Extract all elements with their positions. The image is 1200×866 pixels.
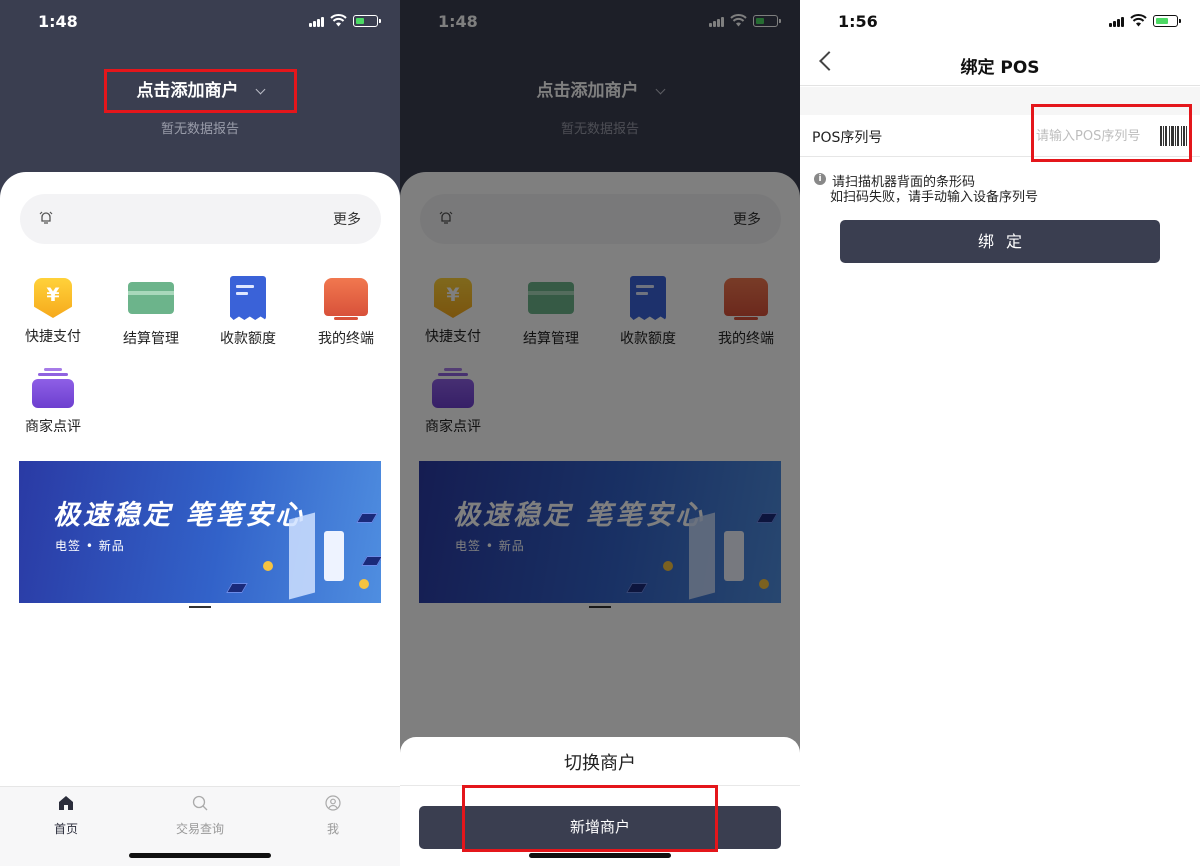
home-icon (59, 796, 73, 810)
signal-icon (309, 17, 325, 27)
bind-button[interactable]: 绑定 (840, 220, 1160, 263)
home-indicator (129, 853, 271, 858)
status-time: 1:48 (38, 12, 78, 31)
page-title: 绑定 POS (960, 58, 1040, 78)
grid-item-settlement[interactable]: 结算管理 (111, 278, 191, 348)
terminal-icon (324, 278, 368, 320)
coin-decoration (263, 561, 273, 571)
search-icon (192, 795, 208, 811)
highlight-box (104, 69, 297, 113)
status-bar: 1:56 (800, 0, 1200, 44)
bind-pos-screen: 1:56 绑定 POS POS序列号 i 请扫描机器背面的条形码 如扫码失败，请… (800, 0, 1200, 866)
highlight-box (1031, 104, 1192, 162)
pos-serial-label: POS序列号 (812, 130, 883, 146)
grid-item-label: 商家点评 (25, 419, 81, 435)
banner-subtitle: 电签 • 新品 (55, 539, 125, 553)
status-bar: 1:48 (0, 0, 400, 44)
tile-decoration (361, 556, 381, 566)
banner-page-indicator (189, 606, 211, 608)
content-card: 更多 ¥ 快捷支付 结算管理 收款额度 我的终端 商家点评 极速稳定 笔笔安心 … (0, 172, 400, 866)
grid-item-label: 结算管理 (123, 331, 179, 347)
grid-item-label: 收款额度 (220, 331, 276, 347)
tab-label: 首页 (53, 822, 78, 836)
tab-label: 交易查询 (175, 822, 224, 836)
receipt-illustration (324, 531, 344, 581)
more-link[interactable]: 更多 (333, 209, 361, 229)
tab-transactions[interactable]: 交易查询 (160, 795, 240, 837)
home-screen: 1:48 点击添加商户 暂无数据报告 更多 ¥ 快捷支付 结算管理 收款额度 我… (0, 0, 400, 866)
hint-line-2: 如扫码失败，请手动输入设备序列号 (830, 190, 1039, 205)
user-icon (325, 795, 341, 811)
switch-merchant-screen: 1:48 点击添加商户 暂无数据报告 更多 ¥ 快捷支付 结算管理 收款额度 我… (400, 0, 800, 866)
receipt-icon (230, 276, 266, 320)
yen-badge-icon: ¥ (34, 278, 72, 318)
phone-illustration (289, 512, 315, 600)
info-icon: i (814, 173, 826, 185)
folder-icon (32, 368, 74, 408)
battery-icon (353, 15, 381, 27)
banner-slogan: 极速稳定 笔笔安心 (53, 500, 306, 531)
no-data-text: 暂无数据报告 (160, 122, 239, 137)
card-icon (128, 282, 174, 314)
tile-decoration (226, 583, 248, 593)
grid-item-label: 快捷支付 (25, 329, 81, 345)
coin-decoration (359, 579, 369, 589)
highlight-box (462, 785, 718, 852)
tile-decoration (356, 513, 378, 523)
battery-icon (1153, 15, 1181, 27)
grid-item-review[interactable]: 商家点评 (13, 368, 93, 436)
grid-item-limit[interactable]: 收款额度 (208, 276, 288, 348)
signal-icon (1109, 17, 1125, 27)
grid-item-quick-pay[interactable]: ¥ 快捷支付 (13, 278, 93, 346)
nav-bar: 绑定 POS (800, 44, 1200, 86)
status-time: 1:56 (838, 12, 878, 31)
tab-label: 我 (326, 822, 339, 836)
promo-banner[interactable]: 极速稳定 笔笔安心 电签 • 新品 (19, 461, 381, 603)
grid-item-label: 我的终端 (318, 331, 374, 347)
notice-bar[interactable]: 更多 (20, 194, 381, 244)
grid-item-terminal[interactable]: 我的终端 (306, 278, 386, 348)
wifi-icon (330, 14, 347, 27)
notification-icon (39, 211, 53, 224)
home-indicator (529, 853, 671, 858)
sheet-title: 切换商户 (564, 753, 636, 774)
tab-me[interactable]: 我 (293, 795, 373, 837)
wifi-icon (1130, 14, 1147, 27)
tab-home[interactable]: 首页 (26, 795, 106, 837)
